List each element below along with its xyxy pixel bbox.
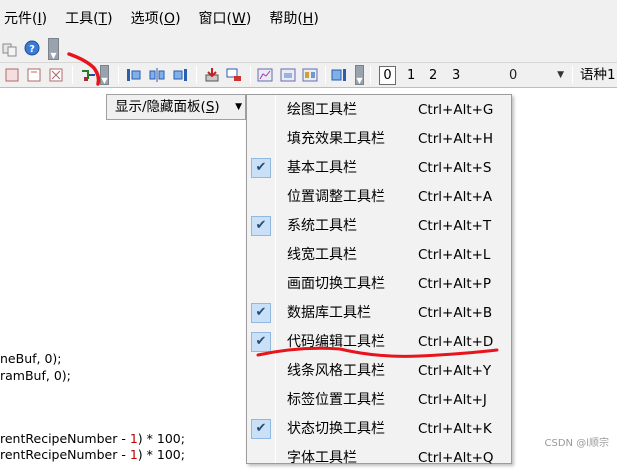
menu-item[interactable]: 字体工具栏 Ctrl+Alt+Q (247, 444, 511, 473)
menu-item-label: 字体工具栏 (287, 450, 357, 466)
menu-item[interactable]: 填充效果工具栏 Ctrl+Alt+H (247, 125, 511, 154)
menu-item[interactable]: ✔ 状态切换工具栏 Ctrl+Alt+K (247, 415, 511, 444)
toolbar-overflow-button-3[interactable]: ▼ (355, 65, 364, 85)
menu-item[interactable]: ✔ 代码编辑工具栏 Ctrl+Alt+D (247, 328, 511, 357)
download-icon[interactable] (204, 67, 220, 83)
menu-item-shortcut: Ctrl+Alt+D (418, 334, 494, 350)
copy-icon[interactable] (2, 41, 18, 57)
chart-icon[interactable] (257, 67, 273, 83)
state-number-1[interactable]: 1 (407, 66, 415, 85)
toolbar-separator (118, 66, 119, 84)
toolbar-overflow-button-2[interactable]: ▼ (100, 65, 109, 85)
code-line: rentRecipeNumber - 1) * 100; (0, 447, 185, 462)
toolbar-separator (572, 66, 573, 84)
state-number-2[interactable]: 2 (429, 66, 437, 85)
menu-item-shortcut: Ctrl+Alt+K (418, 421, 492, 437)
menu-item-shortcut: Ctrl+Alt+G (418, 102, 494, 118)
menu-item-shortcut: Ctrl+Alt+B (418, 305, 493, 321)
menu-item[interactable]: 标签位置工具栏 Ctrl+Alt+J (247, 386, 511, 415)
code-line: rentRecipeNumber - 1) * 100; (0, 431, 185, 446)
menu-component[interactable]: 元件(I) (0, 8, 56, 28)
menu-item-shortcut: Ctrl+Alt+T (418, 218, 492, 234)
menu-item-shortcut: Ctrl+Alt+Y (418, 363, 492, 379)
checkmark-icon: ✔ (251, 419, 271, 439)
checkmark-icon: ✔ (251, 158, 271, 178)
checkmark-icon: ✔ (251, 332, 271, 352)
show-hide-panel-button[interactable]: 显示/隐藏面板(S) ▼ (106, 94, 246, 120)
align-left-icon[interactable] (126, 67, 142, 83)
menu-bar: 元件(I) 工具(T) 选项(O) 窗口(W) 帮助(H) (0, 0, 617, 36)
toolbar-row-2: ▼ ▼ 0 1 2 3 状态 0 ▼ 语种1 (0, 63, 617, 88)
menu-item-label: 填充效果工具栏 (287, 131, 385, 147)
menu-item[interactable]: 位置调整工具栏 Ctrl+Alt+A (247, 183, 511, 212)
code-editor[interactable]: neBuf, 0); ramBuf, 0); rentRecipeNumber … (0, 88, 250, 462)
menu-item-label: 系统工具栏 (287, 218, 357, 234)
menu-item-shortcut: Ctrl+Alt+L (418, 247, 491, 263)
menu-item-label: 线条风格工具栏 (287, 363, 385, 379)
state-select[interactable]: 0 ▼ (469, 65, 566, 86)
checkmark-icon: ✔ (251, 216, 271, 236)
toolbar-overflow-button[interactable]: ▼ (48, 38, 59, 60)
menu-item[interactable]: ✔ 系统工具栏 Ctrl+Alt+T (247, 212, 511, 241)
menu-help[interactable]: 帮助(H) (260, 8, 327, 28)
menu-options[interactable]: 选项(O) (122, 8, 190, 28)
toolbar-separator (325, 66, 326, 84)
menu-item-label: 基本工具栏 (287, 160, 357, 176)
code-line: ramBuf, 0); (0, 368, 71, 383)
menu-item-label: 线宽工具栏 (287, 247, 357, 263)
chart-icon-3[interactable] (302, 67, 318, 83)
menu-item-shortcut: Ctrl+Alt+H (418, 131, 494, 147)
menu-item[interactable]: ✔ 基本工具栏 Ctrl+Alt+S (247, 154, 511, 183)
menu-item[interactable]: 线宽工具栏 Ctrl+Alt+L (247, 241, 511, 270)
arrow-right-icon[interactable] (331, 67, 347, 83)
language-label: 语种1 (580, 67, 616, 83)
menu-window[interactable]: 窗口(W) (190, 8, 261, 28)
code-edit-icon[interactable] (80, 67, 96, 83)
menu-item[interactable]: ✔ 数据库工具栏 Ctrl+Alt+B (247, 299, 511, 328)
menu-item[interactable]: 画面切换工具栏 Ctrl+Alt+P (247, 270, 511, 299)
menu-item[interactable]: 线条风格工具栏 Ctrl+Alt+Y (247, 357, 511, 386)
menu-item[interactable]: 绘图工具栏 Ctrl+Alt+G (247, 96, 511, 125)
toolbar-separator (196, 66, 197, 84)
state-number-3[interactable]: 3 (452, 66, 460, 85)
frame-icon[interactable] (26, 67, 42, 83)
menu-item-label: 标签位置工具栏 (287, 392, 385, 408)
menu-item-label: 状态切换工具栏 (287, 421, 385, 437)
watermark: CSDN @l顺宗 (544, 438, 609, 449)
toolbar-separator (250, 66, 251, 84)
screen-switch-icon[interactable] (226, 67, 242, 83)
menu-tools[interactable]: 工具(T) (56, 8, 122, 28)
menu-item-shortcut: Ctrl+Alt+P (418, 276, 492, 292)
state-number-0[interactable]: 0 (379, 66, 396, 85)
menu-item-label: 代码编辑工具栏 (287, 334, 385, 350)
align-center-icon[interactable] (149, 67, 165, 83)
menu-item-label: 位置调整工具栏 (287, 189, 385, 205)
chevron-down-icon: ▼ (235, 102, 242, 112)
chart-icon-2[interactable] (280, 67, 296, 83)
state-select-value: 0 (509, 68, 518, 83)
toolbar-row-1: ? ▼ (0, 36, 617, 63)
help-icon[interactable]: ? (24, 40, 40, 56)
menu-item-label: 数据库工具栏 (287, 305, 371, 321)
toolbar-visibility-menu: 绘图工具栏 Ctrl+Alt+G 填充效果工具栏 Ctrl+Alt+H ✔ 基本工具栏 Ct… (246, 94, 512, 466)
menu-item-shortcut: Ctrl+Alt+J (418, 392, 487, 408)
delete-frame-icon[interactable] (48, 67, 64, 83)
code-line: neBuf, 0); (0, 351, 62, 366)
chevron-down-icon: ▼ (557, 70, 564, 80)
menu-item-label: 绘图工具栏 (287, 102, 357, 118)
menu-item-shortcut: Ctrl+Alt+S (418, 160, 492, 176)
grid-icon[interactable] (4, 67, 20, 83)
menu-item-label: 画面切换工具栏 (287, 276, 385, 292)
align-right-icon[interactable] (172, 67, 188, 83)
menu-item-shortcut: Ctrl+Alt+Q (418, 450, 494, 466)
toolbar-separator (370, 66, 371, 84)
checkmark-icon: ✔ (251, 303, 271, 323)
svg-text:?: ? (29, 44, 35, 55)
toolbar-separator (72, 66, 73, 84)
menu-item-shortcut: Ctrl+Alt+A (418, 189, 493, 205)
